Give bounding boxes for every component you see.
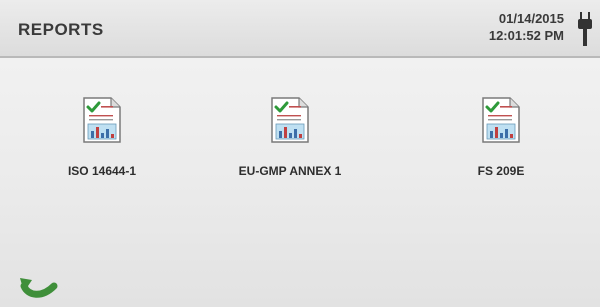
datetime-display: 01/14/2015 12:01:52 PM [489,10,564,44]
page-title: REPORTS [18,20,104,39]
time-label: 12:01:52 PM [488,28,564,43]
report-document-icon [482,97,520,143]
report-label: ISO 14644-1 [67,164,137,178]
report-document-icon [83,97,121,143]
report-eu-gmp-annex-1-button[interactable]: EU-GMP ANNEX 1 [220,96,360,178]
reports-screen: REPORTS 01/14/2015 12:01:52 PM ISO 14644… [0,0,600,307]
back-arrow-icon[interactable] [18,270,62,304]
date-label: 01/14/2015 [498,11,564,26]
report-document-icon [271,97,309,143]
header-bar: REPORTS 01/14/2015 12:01:52 PM [0,0,600,58]
report-label: EU-GMP ANNEX 1 [238,164,342,178]
plug-icon [578,12,592,46]
report-label: FS 209E [477,164,525,178]
report-iso-14644-1-button[interactable]: ISO 14644-1 [32,96,172,178]
report-fs-209e-button[interactable]: FS 209E [431,96,571,178]
